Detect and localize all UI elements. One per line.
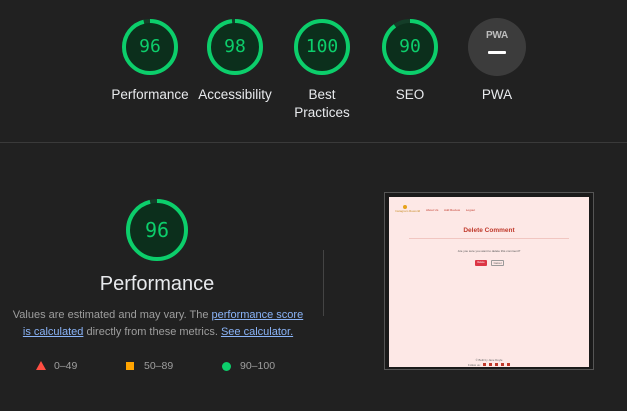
see-calculator-link[interactable]: See calculator. [221, 326, 293, 338]
pwa-badge: PWA [468, 18, 526, 76]
category-scores: 96 Performance 98 Accessibility 100 Best… [0, 0, 627, 142]
performance-title: Performance [99, 273, 215, 295]
screenshot-rule [409, 238, 569, 239]
screenshot-page: Instagram Reworld About Us Add Review Lo… [389, 197, 589, 367]
screenshot-cancel-button: Cancel [491, 260, 504, 266]
screenshot-nav-add-review: Add Review [444, 208, 461, 212]
instagram-icon [494, 363, 498, 366]
legend-pass-range: 90–100 [240, 360, 276, 372]
screenshot-logo-text: Instagram Reworld [395, 209, 421, 213]
performance-gauge: 96 [120, 17, 180, 77]
youtube-icon [500, 363, 504, 366]
pinterest-icon [506, 363, 510, 366]
vertical-divider [323, 250, 324, 316]
best-practices-gauge: 100 [292, 17, 352, 77]
screenshot-footer-copyright: © Built by Jane Doyle [475, 358, 503, 362]
pwa-label: PWA [481, 87, 513, 102]
screenshot-delete-button: Delete [475, 260, 487, 266]
screenshot-footer-follow: Follow us: [468, 363, 481, 367]
legend-fail-range: 0–49 [54, 360, 78, 372]
section-divider [0, 142, 627, 143]
red-triangle-icon [36, 361, 46, 370]
screenshot-navbar: Instagram Reworld About Us Add Review Lo… [389, 197, 589, 221]
best-practices-score: 100 [305, 36, 339, 57]
screenshot-footer-social: Follow us: [468, 363, 528, 367]
screenshot-logo: Instagram Reworld [395, 205, 421, 214]
pwa-badge-text: PWA [486, 30, 508, 41]
twitter-icon [489, 363, 493, 366]
accessibility-score: 98 [224, 36, 246, 57]
description-text-1: Values are estimated and may vary. The [12, 309, 212, 321]
pwa-dash-icon [488, 51, 506, 54]
facebook-icon [483, 363, 487, 366]
category-pwa[interactable]: PWA PWA [442, 17, 552, 104]
score-legend: 0–49 50–89 90–100 [0, 359, 314, 373]
screenshot-nav-logout: Logout [465, 208, 476, 212]
accessibility-gauge: 98 [205, 17, 265, 77]
orange-square-icon [126, 362, 134, 370]
green-circle-icon [222, 362, 231, 371]
performance-main-score: 96 [144, 218, 170, 242]
performance-description: Values are estimated and may vary. The p… [8, 307, 308, 341]
performance-score: 96 [139, 36, 161, 57]
performance-main-gauge: 96 [124, 197, 190, 263]
screenshot-question: Are you sure you want to delete this com… [457, 249, 521, 253]
screenshot-nav-links: About Us Add Review Logout [426, 208, 480, 212]
seo-gauge: 90 [380, 17, 440, 77]
final-screenshot[interactable]: Instagram Reworld About Us Add Review Lo… [384, 192, 594, 370]
description-text-2: directly from these metrics. [83, 326, 221, 338]
screenshot-heading: Delete Comment [463, 227, 515, 234]
legend-average-range: 50–89 [144, 360, 174, 372]
screenshot-nav-about: About Us [426, 208, 439, 212]
seo-score: 90 [399, 36, 421, 57]
